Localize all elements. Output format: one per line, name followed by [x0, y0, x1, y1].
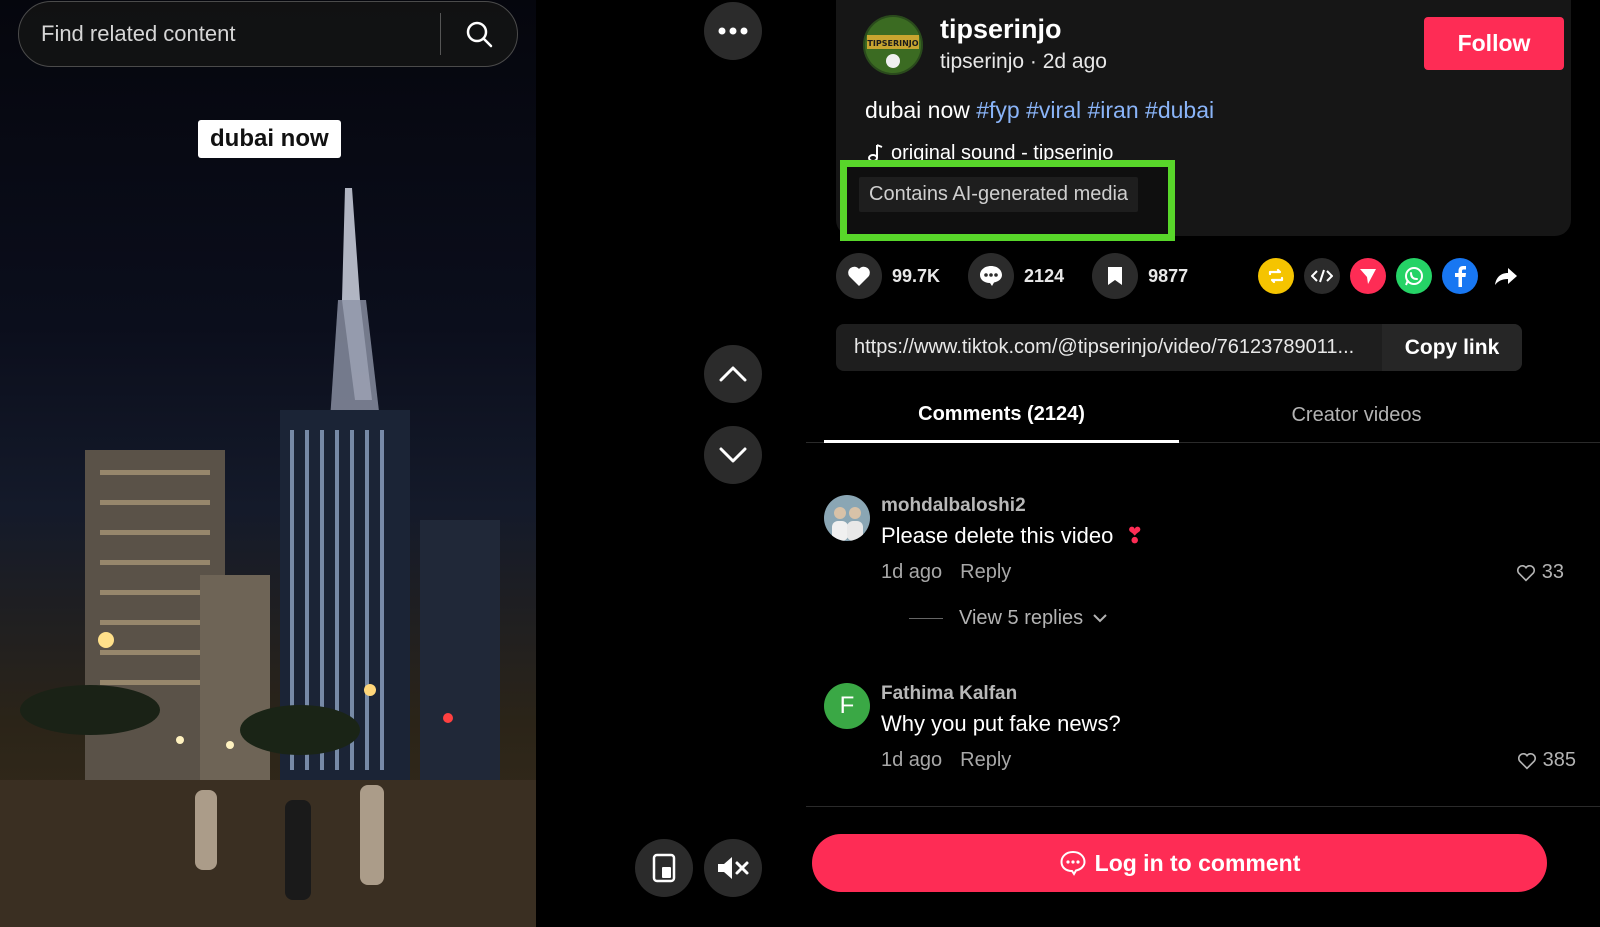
hashtag-dubai[interactable]: #dubai — [1145, 97, 1214, 123]
view-replies-label: View 5 replies — [959, 607, 1084, 629]
bookmark-icon-wrap — [1092, 253, 1139, 299]
video-controls-column — [536, 0, 806, 927]
chevron-up-icon — [719, 366, 747, 382]
search-icon — [466, 21, 493, 48]
bookmark-icon — [1108, 267, 1123, 285]
comment-username[interactable]: mohdalbaloshi2 — [881, 495, 1026, 517]
search-input[interactable] — [19, 2, 440, 66]
video-caption-overlay: dubai now — [198, 120, 341, 158]
avatar-initial: F — [839, 692, 855, 719]
panel-tabs: Comments (2124) Creator videos — [806, 388, 1600, 443]
comment-avatar[interactable]: F — [824, 683, 870, 729]
hashtag-fyp[interactable]: #fyp — [976, 97, 1019, 123]
comment-text: Please delete this video ❣ — [881, 523, 1144, 549]
login-to-comment-button[interactable]: Log in to comment — [812, 834, 1547, 892]
send-to-friends-button[interactable] — [1350, 258, 1386, 294]
heart-outline-icon — [1517, 752, 1536, 770]
hashtag-iran[interactable]: #iran — [1087, 97, 1138, 123]
heart-icon — [848, 266, 870, 286]
like-button[interactable]: 99.7K — [836, 253, 940, 299]
author-name[interactable]: tipserinjo — [940, 14, 1062, 45]
share-icons — [1258, 258, 1524, 294]
comment-body: Please delete this video — [881, 523, 1114, 548]
heart-exclamation-emoji: ❣ — [1125, 523, 1144, 548]
volume-muted-icon — [718, 857, 749, 879]
comment-time: 1d ago — [881, 749, 943, 771]
embed-button[interactable] — [1304, 258, 1340, 294]
floating-player-button[interactable] — [635, 839, 693, 897]
comment-like-button[interactable]: 33 — [1516, 561, 1564, 584]
whatsapp-share-button[interactable] — [1396, 258, 1432, 294]
more-icon — [718, 27, 748, 35]
chevron-down-icon — [719, 447, 747, 463]
ai-generated-label[interactable]: Contains AI-generated media — [859, 177, 1139, 212]
search-button[interactable] — [441, 2, 517, 66]
video-description: dubai now #fyp #viral #iran #dubai — [865, 97, 1214, 124]
video-link-text[interactable]: https://www.tiktok.com/@tipserinjo/video… — [836, 336, 1382, 359]
comment-meta: 1d ago Reply — [881, 749, 1011, 772]
comment-count: 2124 — [1024, 265, 1065, 286]
like-count: 99.7K — [892, 265, 941, 286]
comment-meta: 1d ago Reply — [881, 561, 1011, 584]
video-player[interactable]: dubai now — [0, 0, 536, 927]
comment-time: 1d ago — [881, 561, 943, 583]
author-meta: tipserinjo · 2d ago — [940, 50, 1107, 73]
comment-bubble-icon — [1060, 850, 1086, 876]
tab-creator-videos[interactable]: Creator videos — [1179, 388, 1534, 443]
repost-icon — [1268, 268, 1284, 284]
share-link-row: https://www.tiktok.com/@tipserinjo/video… — [836, 324, 1522, 371]
share-arrow-icon — [1495, 268, 1517, 285]
comment-username[interactable]: Fathima Kalfan — [881, 683, 1017, 705]
reply-button[interactable]: Reply — [960, 749, 1011, 772]
previous-video-button[interactable] — [704, 345, 762, 403]
hashtag-viral[interactable]: #viral — [1026, 97, 1081, 123]
author-avatar-image: TIPSERINJO — [863, 15, 923, 75]
next-video-button[interactable] — [704, 426, 762, 484]
avatar-logo-text: TIPSERINJO — [867, 39, 918, 48]
comment-footer: Log in to comment — [806, 806, 1600, 927]
description-card: TIPSERINJO tipserinjo tipserinjo · 2d ag… — [836, 0, 1571, 241]
comment-like-count: 385 — [1542, 749, 1576, 771]
comment-item: mohdalbaloshi2 Please delete this video … — [824, 495, 1564, 645]
comment-icon-wrap — [968, 253, 1015, 299]
save-button[interactable]: 9877 — [1092, 253, 1188, 299]
reply-button[interactable]: Reply — [960, 561, 1011, 584]
save-count: 9877 — [1148, 265, 1189, 286]
facebook-icon — [1455, 266, 1466, 287]
follow-button[interactable]: Follow — [1424, 17, 1564, 70]
description-text: dubai now — [865, 97, 970, 123]
repost-button[interactable] — [1258, 258, 1294, 294]
login-to-comment-label: Log in to comment — [1094, 849, 1301, 876]
search-bar — [18, 1, 518, 67]
view-replies-button[interactable]: View 5 replies — [909, 607, 1107, 630]
comment-avatar[interactable] — [824, 495, 870, 541]
pip-icon — [652, 853, 676, 883]
details-panel: TIPSERINJO tipserinjo tipserinjo · 2d ag… — [806, 0, 1600, 927]
comment-avatar-image — [824, 495, 870, 541]
comment-button[interactable]: 2124 — [968, 253, 1064, 299]
ai-label-highlight: Contains AI-generated media — [840, 160, 1175, 241]
comment-icon — [980, 266, 1003, 286]
heart-icon-wrap — [836, 253, 882, 299]
chevron-down-icon — [1093, 614, 1107, 623]
comment-like-button[interactable]: 385 — [1517, 749, 1576, 772]
mute-button[interactable] — [704, 839, 762, 897]
replies-divider — [909, 618, 943, 619]
more-options-button[interactable] — [704, 2, 762, 60]
embed-icon — [1311, 269, 1333, 283]
send-icon — [1360, 269, 1376, 284]
heart-outline-icon — [1516, 564, 1535, 582]
copy-link-button[interactable]: Copy link — [1382, 324, 1522, 371]
comment-text: Why you put fake news? — [881, 711, 1121, 736]
comment-item: F Fathima Kalfan Why you put fake news? … — [824, 683, 1576, 793]
engagement-stats: 99.7K 2124 9877 — [836, 253, 1216, 299]
comment-like-count: 33 — [1541, 561, 1564, 583]
more-share-button[interactable] — [1488, 258, 1524, 294]
tab-comments[interactable]: Comments (2124) — [824, 388, 1179, 443]
facebook-share-button[interactable] — [1442, 258, 1478, 294]
author-avatar[interactable]: TIPSERINJO — [863, 15, 923, 75]
whatsapp-icon — [1405, 267, 1423, 286]
